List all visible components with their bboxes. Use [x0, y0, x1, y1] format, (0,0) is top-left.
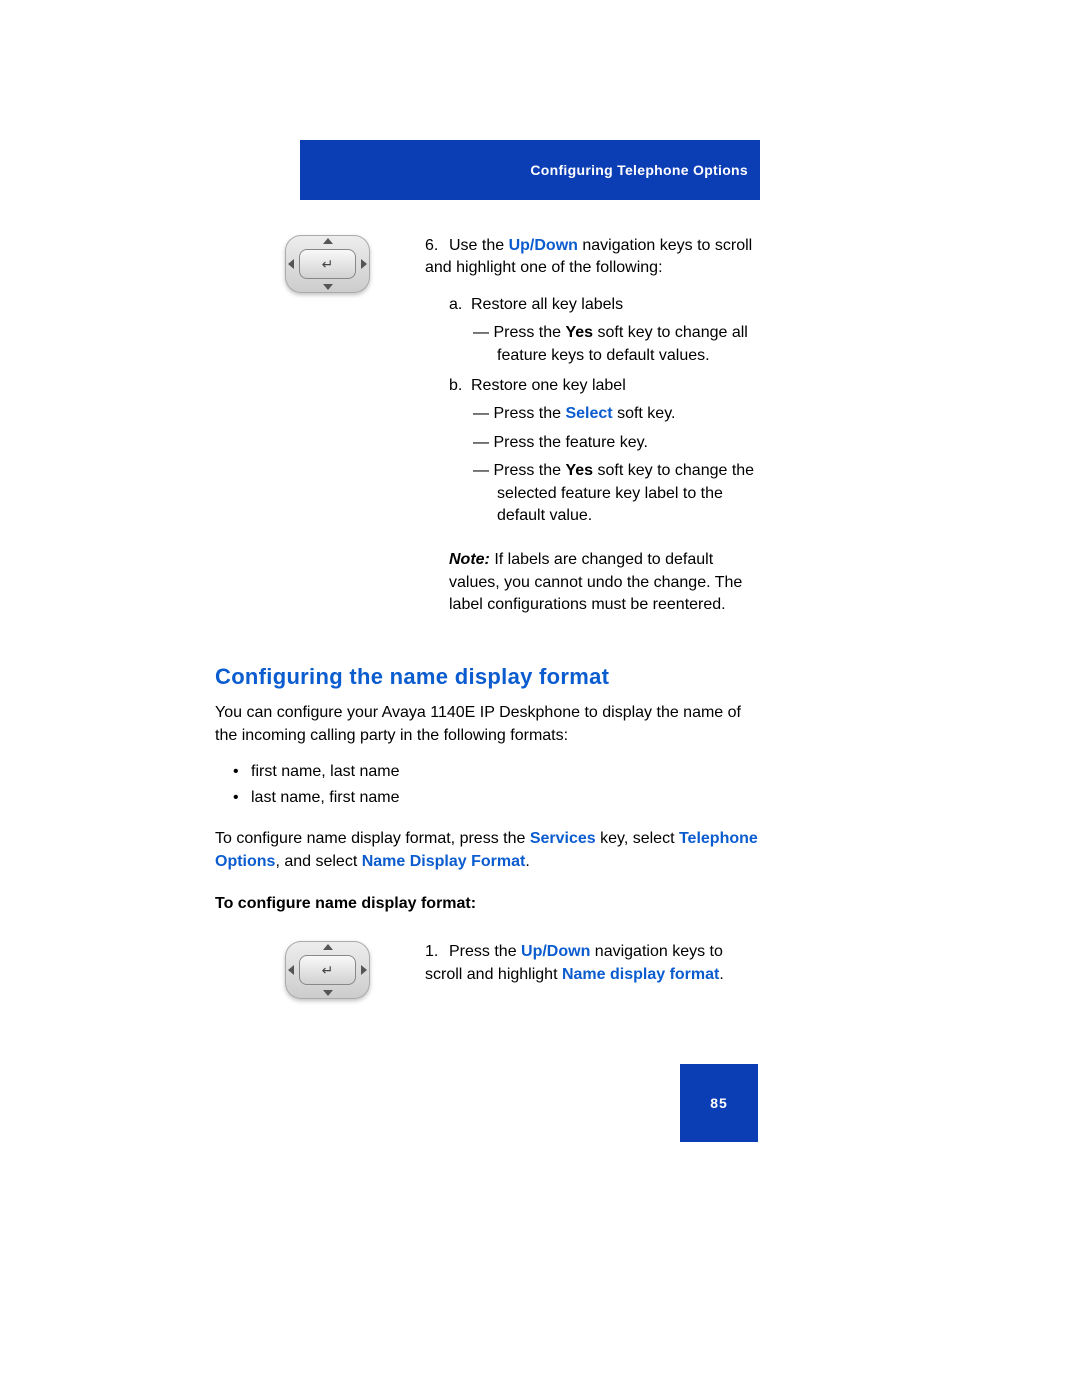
dash-b1: Press the Select soft key.: [473, 403, 760, 425]
sub-letter-a: a.: [449, 294, 471, 316]
bullet-1: first name, last name: [251, 759, 760, 785]
sub-heading: To configure name display format:: [215, 895, 760, 913]
section-heading: Configuring the name display format: [215, 664, 760, 690]
step-6-row: ↵ 6.Use the Up/Down navigation keys to s…: [285, 235, 760, 616]
step-6-intro-pre: Use the: [449, 237, 509, 254]
dash-a1-pre: Press the: [493, 324, 565, 341]
page-number: 85: [710, 1095, 728, 1111]
bullet-2: last name, first name: [251, 785, 760, 811]
s1-key2: Name display format: [562, 966, 719, 983]
note-block: Note: If labels are changed to default v…: [425, 549, 760, 616]
step-6-number: 6.: [425, 235, 449, 257]
note-text: If labels are changed to default values,…: [449, 551, 742, 613]
dash-b3: Press the Yes soft key to change the sel…: [473, 460, 760, 527]
dash-b2: Press the feature key.: [473, 432, 760, 454]
cfg-p4: .: [525, 853, 529, 870]
note-label: Note:: [449, 551, 490, 568]
dash-b2-text: Press the feature key.: [493, 434, 647, 451]
step-1-number: 1.: [425, 941, 449, 963]
section-intro: You can configure your Avaya 1140E IP De…: [215, 702, 760, 747]
s1-post: .: [719, 966, 723, 983]
step-1-body: 1.Press the Up/Down navigation keys to s…: [425, 941, 760, 986]
config-line: To configure name display format, press …: [215, 828, 760, 873]
navigation-pad-icon: ↵: [285, 235, 370, 295]
dash-b1-pre: Press the: [493, 405, 565, 422]
sub-item-b: b.Restore one key label Press the Select…: [425, 375, 760, 527]
dash-a1-key: Yes: [565, 324, 593, 341]
dash-b3-pre: Press the: [493, 462, 565, 479]
page-number-box: 85: [680, 1064, 758, 1142]
sub-item-a: a.Restore all key labels Press the Yes s…: [425, 294, 760, 367]
sub-letter-b: b.: [449, 375, 471, 397]
cfg-p3: , and select: [275, 853, 361, 870]
sub-label-b: Restore one key label: [471, 377, 626, 394]
cfg-p2: key, select: [596, 830, 679, 847]
cfg-k3: Name Display Format: [362, 853, 526, 870]
s1-key: Up/Down: [521, 943, 590, 960]
dash-a1: Press the Yes soft key to change all fea…: [473, 322, 760, 367]
sub-label-a: Restore all key labels: [471, 296, 623, 313]
step-1-row: ↵ 1.Press the Up/Down navigation keys to…: [285, 941, 760, 1001]
header-bar: Configuring Telephone Options: [300, 140, 760, 200]
navigation-pad-icon: ↵: [285, 941, 370, 1001]
bullet-list: first name, last name last name, first n…: [215, 759, 760, 810]
dash-b1-post: soft key.: [613, 405, 676, 422]
dash-b3-key: Yes: [565, 462, 593, 479]
cfg-k1: Services: [530, 830, 596, 847]
s1-pre: Press the: [449, 943, 521, 960]
header-title: Configuring Telephone Options: [530, 162, 748, 178]
step-6-intro-key: Up/Down: [509, 237, 578, 254]
dash-b1-key: Select: [565, 405, 612, 422]
cfg-p1: To configure name display format, press …: [215, 830, 530, 847]
step-6-body: 6.Use the Up/Down navigation keys to scr…: [425, 235, 760, 616]
page-content: ↵ 6.Use the Up/Down navigation keys to s…: [215, 235, 760, 1001]
